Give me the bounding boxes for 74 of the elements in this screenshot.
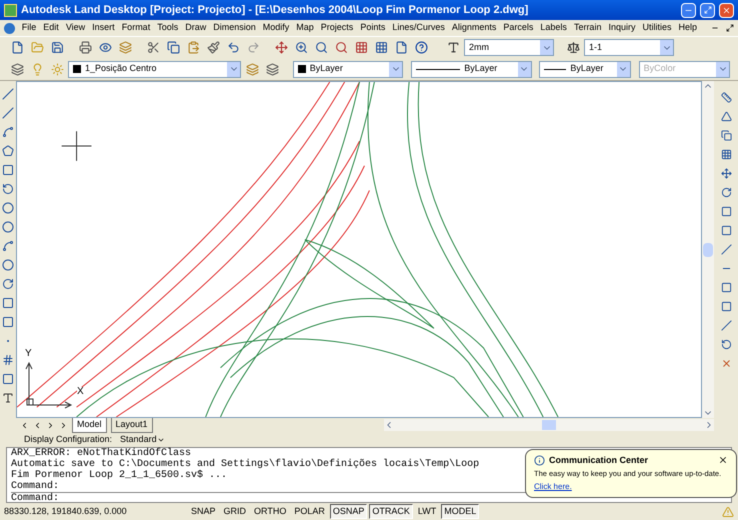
balloon-link[interactable]: Click here. [534,481,728,493]
menu-item[interactable]: Projects [320,21,354,35]
display-config-menu[interactable]: Standard [120,432,165,446]
layout-tab[interactable]: Model [72,417,107,433]
app-icon [4,4,17,16]
menu-item[interactable]: Insert [92,21,115,35]
close-button[interactable] [719,2,734,18]
maximize-icon [704,6,712,14]
menu-item[interactable]: Alignments [452,21,496,35]
menu-item[interactable]: Help [678,21,697,35]
status-toggle[interactable]: ORTHO [251,504,290,520]
linetype-combo[interactable]: ByLayer [411,60,532,78]
status-toggle[interactable]: GRID [220,504,250,520]
menu-item[interactable]: Parcels [503,21,534,35]
balloon-title: Communication Center [549,454,650,466]
status-toggle[interactable]: MODEL [441,504,480,520]
menu-item[interactable]: View [66,21,86,35]
combo-value: ByLayer [463,62,498,76]
swatch-icon [298,65,306,73]
horizontal-scrollbar[interactable] [384,419,714,431]
axis-label: Y [25,349,33,359]
command-prompt[interactable]: Command: [11,493,60,504]
menu-item[interactable]: Terrain [574,21,602,35]
status-toggle[interactable]: POLAR [291,504,328,520]
status-toggle[interactable]: OSNAP [330,504,368,520]
coordinates-readout: 88330.128, 191840.639, 0.000 [4,504,128,518]
combo-value: ByLayer [308,62,344,76]
restore-doc-icon[interactable] [726,24,734,32]
combo-value: ByLayer [569,62,604,76]
menu-item[interactable]: Dimension [213,21,256,35]
menu-item[interactable]: File [22,21,36,35]
command-history-line: Fim Pormenor Loop 2_1_1_6500.sv$ ... [11,470,228,481]
vertical-scrollbar[interactable] [702,81,714,418]
menu-item[interactable]: Points [360,21,386,35]
scroll-thumb[interactable] [542,420,556,430]
combo-value: 2mm [468,40,490,54]
menu-item[interactable]: Tools [157,21,178,35]
combo-value: ByColor [642,62,677,76]
drawing-canvas[interactable]: Y X [16,81,702,418]
menu-item[interactable]: Modify [262,21,290,35]
text-height-combo[interactable]: 2mm [464,39,554,56]
menu-item[interactable]: Utilities [642,21,672,35]
command-history-line: ARX_ERROR: eNotThatKindOfClass [11,448,192,459]
minimize-button[interactable] [681,2,696,18]
lineweight-combo[interactable]: ByLayer [539,60,631,78]
maximize-button[interactable] [700,2,715,18]
color-combo[interactable]: ByLayer [292,60,404,78]
menu-item[interactable]: Inquiry [608,21,636,35]
status-toggle[interactable]: LWT [414,504,440,520]
menu-item[interactable]: Map [296,21,314,35]
info-icon [534,454,545,466]
menu-item[interactable]: Draw [185,21,206,35]
display-config-label: Display Configuration: [24,432,112,446]
layout-tab[interactable]: Layout1 [110,417,153,433]
menu-item[interactable]: Edit [43,21,59,35]
status-toggle[interactable]: OTRACK [369,504,413,520]
menu-item[interactable]: Format [122,21,150,35]
command-history-line: Automatic save to C:\Documents and Settings\flavio\Definições locais\Temp\Loop [11,459,480,470]
axis-label: X [77,387,84,397]
combo-value: 1-1 [588,40,604,54]
combo-value: 1_Posição Centro [84,62,158,76]
line-sample-icon [544,68,566,70]
close-icon [722,6,731,14]
status-toggle[interactable]: SNAP [188,504,219,520]
scale-combo[interactable]: 1-1 [584,39,674,56]
window-title: Autodesk Land Desktop [Project: Projecto] - [E:\Desenhos 2004\Loop Fim Pormenor Loop 2.dwg] [21,2,530,18]
close-icon[interactable] [718,455,728,466]
swatch-icon [73,65,81,73]
layer-combo[interactable]: 1_Posição Centro [68,60,242,78]
command-history-line: Command: [11,481,60,492]
line-sample-icon [416,68,460,70]
scroll-thumb[interactable] [703,242,713,256]
menu-item[interactable]: Labels [540,21,567,35]
menu-item[interactable]: Lines/Curves [392,21,445,35]
